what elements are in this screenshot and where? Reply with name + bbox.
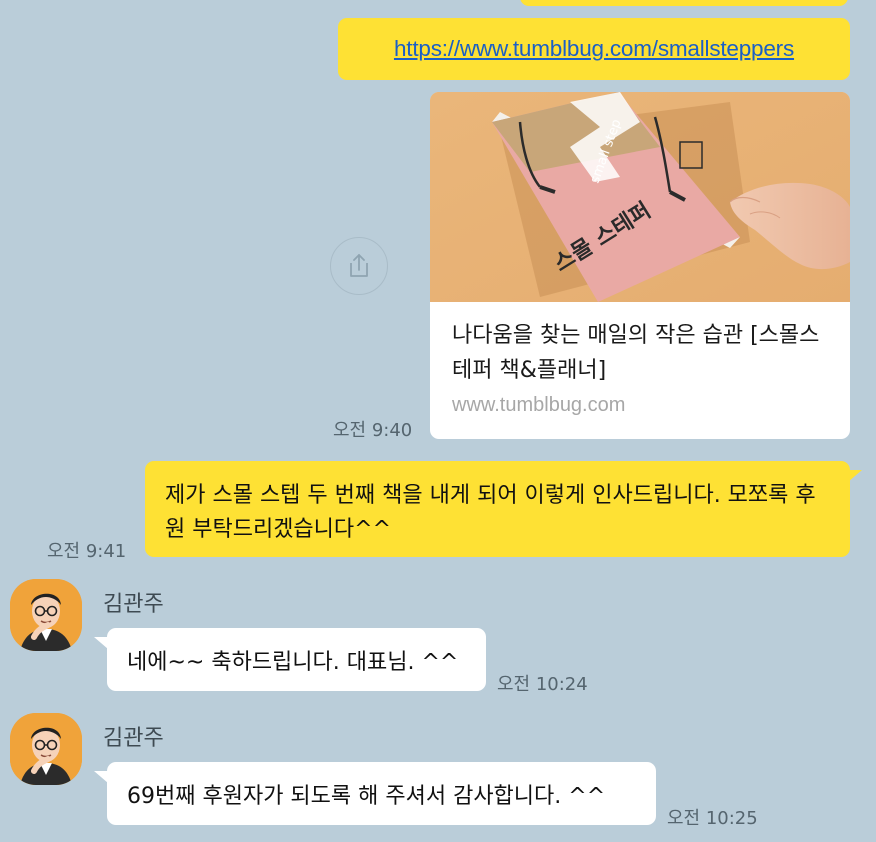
link-preview-domain: www.tumblbug.com: [452, 394, 626, 416]
bubble-tail: [94, 771, 108, 783]
message-time: 오전 9:40: [333, 420, 413, 441]
sender-name: 김관주: [103, 592, 164, 617]
message-time: 오전 9:41: [47, 541, 127, 562]
message-time: 오전 10:25: [667, 808, 758, 829]
link-preview-image: small step 스몰 스테퍼: [430, 92, 850, 302]
avatar[interactable]: [10, 579, 82, 651]
link-message-bubble: https://www.tumblbug.com/smallsteppers: [338, 18, 850, 80]
bubble-tail: [848, 470, 862, 482]
incoming-message-bubble: 69번째 후원자가 되도록 해 주셔서 감사합니다. ^^: [107, 762, 656, 825]
message-text: 제가 스몰 스텝 두 번째 책을 내게 되어 이렇게 인사드립니다. 모쪼록 후…: [165, 483, 816, 542]
message-text: 네에~~ 축하드립니다. 대표님. ^^: [127, 649, 459, 675]
bubble-tail: [94, 637, 108, 649]
tumblbug-link[interactable]: https://www.tumblbug.com/smallsteppers: [394, 36, 794, 62]
message-text: 69번째 후원자가 되도록 해 주셔서 감사합니다. ^^: [127, 783, 606, 809]
message-time: 오전 10:24: [497, 674, 588, 695]
link-preview-title: 나다움을 찾는 매일의 작은 습관 [스몰스테퍼 책&플래너]: [452, 323, 820, 383]
previous-message-bubble: [520, 0, 848, 6]
outgoing-message-bubble: 제가 스몰 스텝 두 번째 책을 내게 되어 이렇게 인사드립니다. 모쪼록 후…: [145, 461, 850, 557]
share-icon: [350, 254, 368, 277]
share-button[interactable]: [330, 237, 388, 295]
link-preview-card[interactable]: small step 스몰 스테퍼 나다움을 찾는 매일의 작은 습관 [스몰스…: [430, 92, 850, 439]
avatar[interactable]: [10, 713, 82, 785]
incoming-message-bubble: 네에~~ 축하드립니다. 대표님. ^^: [107, 628, 486, 691]
sender-name: 김관주: [103, 726, 164, 751]
